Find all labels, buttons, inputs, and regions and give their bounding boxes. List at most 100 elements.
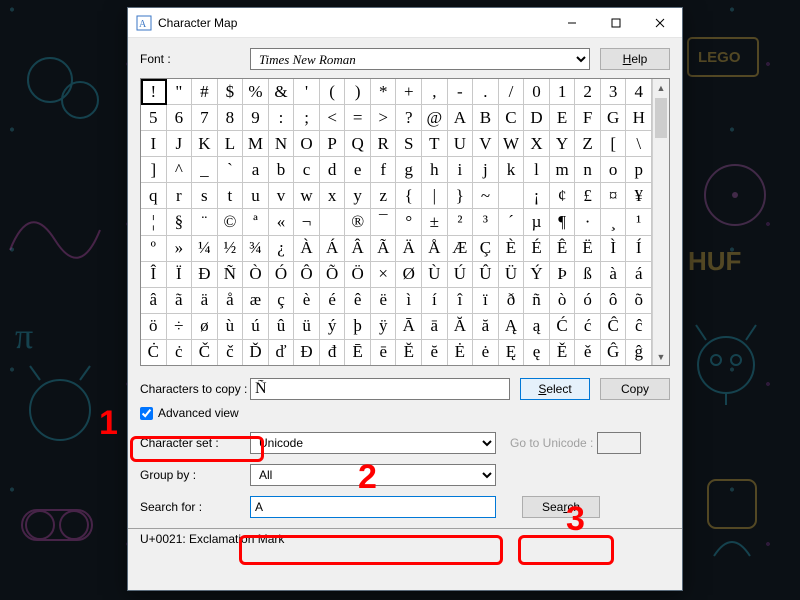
char-cell[interactable]: §	[167, 209, 193, 235]
char-cell[interactable]: 8	[218, 105, 244, 131]
char-cell[interactable]: µ	[524, 209, 550, 235]
char-cell[interactable]: ē	[371, 340, 397, 365]
char-cell[interactable]: ċ	[167, 340, 193, 365]
char-cell[interactable]: ¯	[371, 209, 397, 235]
char-cell[interactable]: 0	[524, 79, 550, 105]
copy-button[interactable]: Copy	[600, 378, 670, 400]
char-cell[interactable]: V	[473, 131, 499, 157]
scroll-down-icon[interactable]: ▼	[653, 348, 669, 365]
char-cell[interactable]: Ê	[550, 236, 576, 262]
char-cell[interactable]: ā	[422, 314, 448, 340]
char-cell[interactable]: J	[167, 131, 193, 157]
char-cell[interactable]: Ñ	[218, 262, 244, 288]
char-cell[interactable]: ¼	[192, 236, 218, 262]
char-cell[interactable]: ¨	[192, 209, 218, 235]
char-cell[interactable]: ě	[575, 340, 601, 365]
char-cell[interactable]: à	[601, 262, 627, 288]
char-cell[interactable]: ö	[141, 314, 167, 340]
char-cell[interactable]: ó	[575, 288, 601, 314]
char-cell[interactable]: ¾	[243, 236, 269, 262]
char-cell[interactable]: ė	[473, 340, 499, 365]
char-cell[interactable]: ]	[141, 157, 167, 183]
char-cell[interactable]: w	[294, 183, 320, 209]
char-cell[interactable]: Ë	[575, 236, 601, 262]
char-cell[interactable]: ®	[345, 209, 371, 235]
char-cell[interactable]: Ø	[396, 262, 422, 288]
char-cell[interactable]: ú	[243, 314, 269, 340]
char-cell[interactable]: #	[192, 79, 218, 105]
char-cell[interactable]: ¶	[550, 209, 576, 235]
char-cell[interactable]: t	[218, 183, 244, 209]
char-cell[interactable]: ñ	[524, 288, 550, 314]
advanced-view-label[interactable]: Advanced view	[158, 406, 239, 420]
char-cell[interactable]: _	[192, 157, 218, 183]
char-cell[interactable]: v	[269, 183, 295, 209]
char-cell[interactable]: Z	[575, 131, 601, 157]
search-button[interactable]: Search	[522, 496, 600, 518]
char-cell[interactable]: e	[345, 157, 371, 183]
char-cell[interactable]: }	[448, 183, 474, 209]
char-cell[interactable]: ¦	[141, 209, 167, 235]
char-cell[interactable]: ²	[448, 209, 474, 235]
scroll-thumb[interactable]	[655, 98, 667, 138]
char-cell[interactable]: »	[167, 236, 193, 262]
char-cell[interactable]: 3	[601, 79, 627, 105]
char-cell[interactable]: Í	[626, 236, 652, 262]
char-cell[interactable]: è	[294, 288, 320, 314]
char-cell[interactable]: -	[448, 79, 474, 105]
char-cell[interactable]: Õ	[320, 262, 346, 288]
char-cell[interactable]: ¢	[550, 183, 576, 209]
char-cell[interactable]: Q	[345, 131, 371, 157]
char-cell[interactable]: /	[499, 79, 525, 105]
font-select[interactable]: Times New Roman	[250, 48, 590, 70]
char-cell[interactable]: ×	[371, 262, 397, 288]
char-cell[interactable]: E	[550, 105, 576, 131]
char-cell[interactable]: æ	[243, 288, 269, 314]
char-cell[interactable]: m	[550, 157, 576, 183]
grid-scrollbar[interactable]: ▲ ▼	[652, 79, 669, 365]
char-cell[interactable]: ¡	[524, 183, 550, 209]
char-cell[interactable]: |	[422, 183, 448, 209]
char-cell[interactable]: X	[524, 131, 550, 157]
char-cell[interactable]: y	[345, 183, 371, 209]
char-cell[interactable]: Ì	[601, 236, 627, 262]
char-cell[interactable]: n	[575, 157, 601, 183]
char-cell[interactable]: Ď	[243, 340, 269, 365]
char-cell[interactable]: H	[626, 105, 652, 131]
char-cell[interactable]: Ĝ	[601, 340, 627, 365]
char-cell[interactable]: Á	[320, 236, 346, 262]
char-cell[interactable]: j	[473, 157, 499, 183]
char-cell[interactable]: Þ	[550, 262, 576, 288]
character-grid[interactable]: !"#$%&'()*+,-./0123456789:;<=>?@ABCDEFGH…	[141, 79, 652, 365]
char-cell[interactable]: ò	[550, 288, 576, 314]
char-cell[interactable]: G	[601, 105, 627, 131]
char-cell[interactable]: ê	[345, 288, 371, 314]
char-cell[interactable]: ¿	[269, 236, 295, 262]
char-cell[interactable]: %	[243, 79, 269, 105]
char-cell[interactable]: f	[371, 157, 397, 183]
char-cell[interactable]: ë	[371, 288, 397, 314]
char-cell[interactable]: D	[524, 105, 550, 131]
char-cell[interactable]: a	[243, 157, 269, 183]
char-cell[interactable]: Ā	[396, 314, 422, 340]
char-cell[interactable]: ß	[575, 262, 601, 288]
titlebar[interactable]: A Character Map	[128, 8, 682, 38]
char-cell[interactable]: &	[269, 79, 295, 105]
char-cell[interactable]: ï	[473, 288, 499, 314]
scroll-up-icon[interactable]: ▲	[653, 79, 669, 96]
char-cell[interactable]: õ	[626, 288, 652, 314]
char-cell[interactable]: d	[320, 157, 346, 183]
charset-select[interactable]: Unicode	[250, 432, 496, 454]
char-cell[interactable]: đ	[320, 340, 346, 365]
char-cell[interactable]: l	[524, 157, 550, 183]
char-cell[interactable]: F	[575, 105, 601, 131]
char-cell[interactable]: Â	[345, 236, 371, 262]
char-cell[interactable]: â	[141, 288, 167, 314]
char-cell[interactable]: Ĕ	[396, 340, 422, 365]
char-cell[interactable]: ã	[167, 288, 193, 314]
char-cell[interactable]: Ă	[448, 314, 474, 340]
char-cell[interactable]: 4	[626, 79, 652, 105]
char-cell[interactable]: Ē	[345, 340, 371, 365]
chars-to-copy-input[interactable]	[250, 378, 510, 400]
char-cell[interactable]: K	[192, 131, 218, 157]
